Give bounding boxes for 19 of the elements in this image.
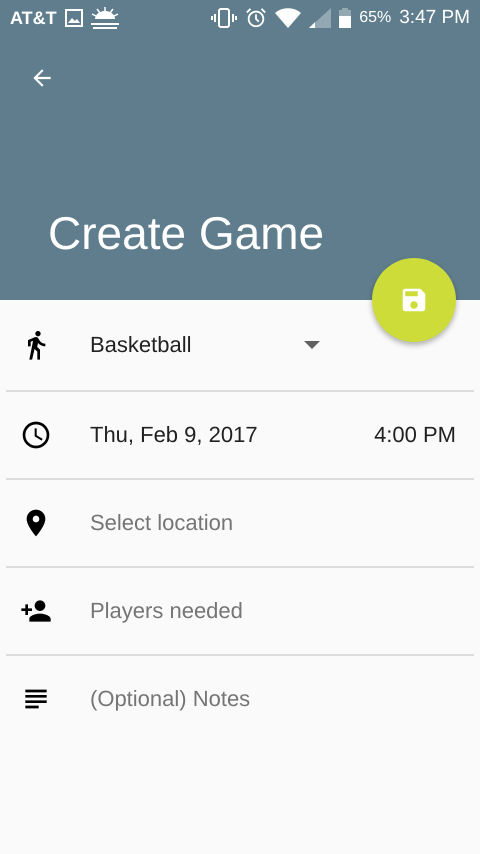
vibrate-icon — [211, 8, 238, 28]
signal-icon — [309, 8, 332, 28]
input-field[interactable]: Players needed — [90, 598, 430, 624]
input-field[interactable]: (Optional) Notes — [90, 686, 430, 712]
sunrise-notification-icon — [90, 7, 119, 29]
page-title: Create Game — [48, 206, 326, 260]
battery-icon — [339, 8, 352, 28]
carrier-name: AT&T — [10, 8, 57, 28]
time-picker[interactable]: 4:00 PM — [374, 422, 456, 448]
clock-icon — [20, 419, 52, 451]
battery-percent: 65% — [359, 9, 392, 27]
input-field[interactable]: Select location — [90, 510, 430, 536]
image-notification-icon — [64, 9, 83, 27]
sport-dropdown[interactable]: Basketball — [90, 332, 320, 358]
date-picker[interactable]: Thu, Feb 9, 2017 — [90, 422, 258, 448]
wifi-icon — [275, 8, 302, 28]
caret-icon — [304, 341, 320, 349]
alarm-clock-icon — [245, 7, 268, 29]
clock-time: 3:47 PM — [399, 7, 470, 29]
